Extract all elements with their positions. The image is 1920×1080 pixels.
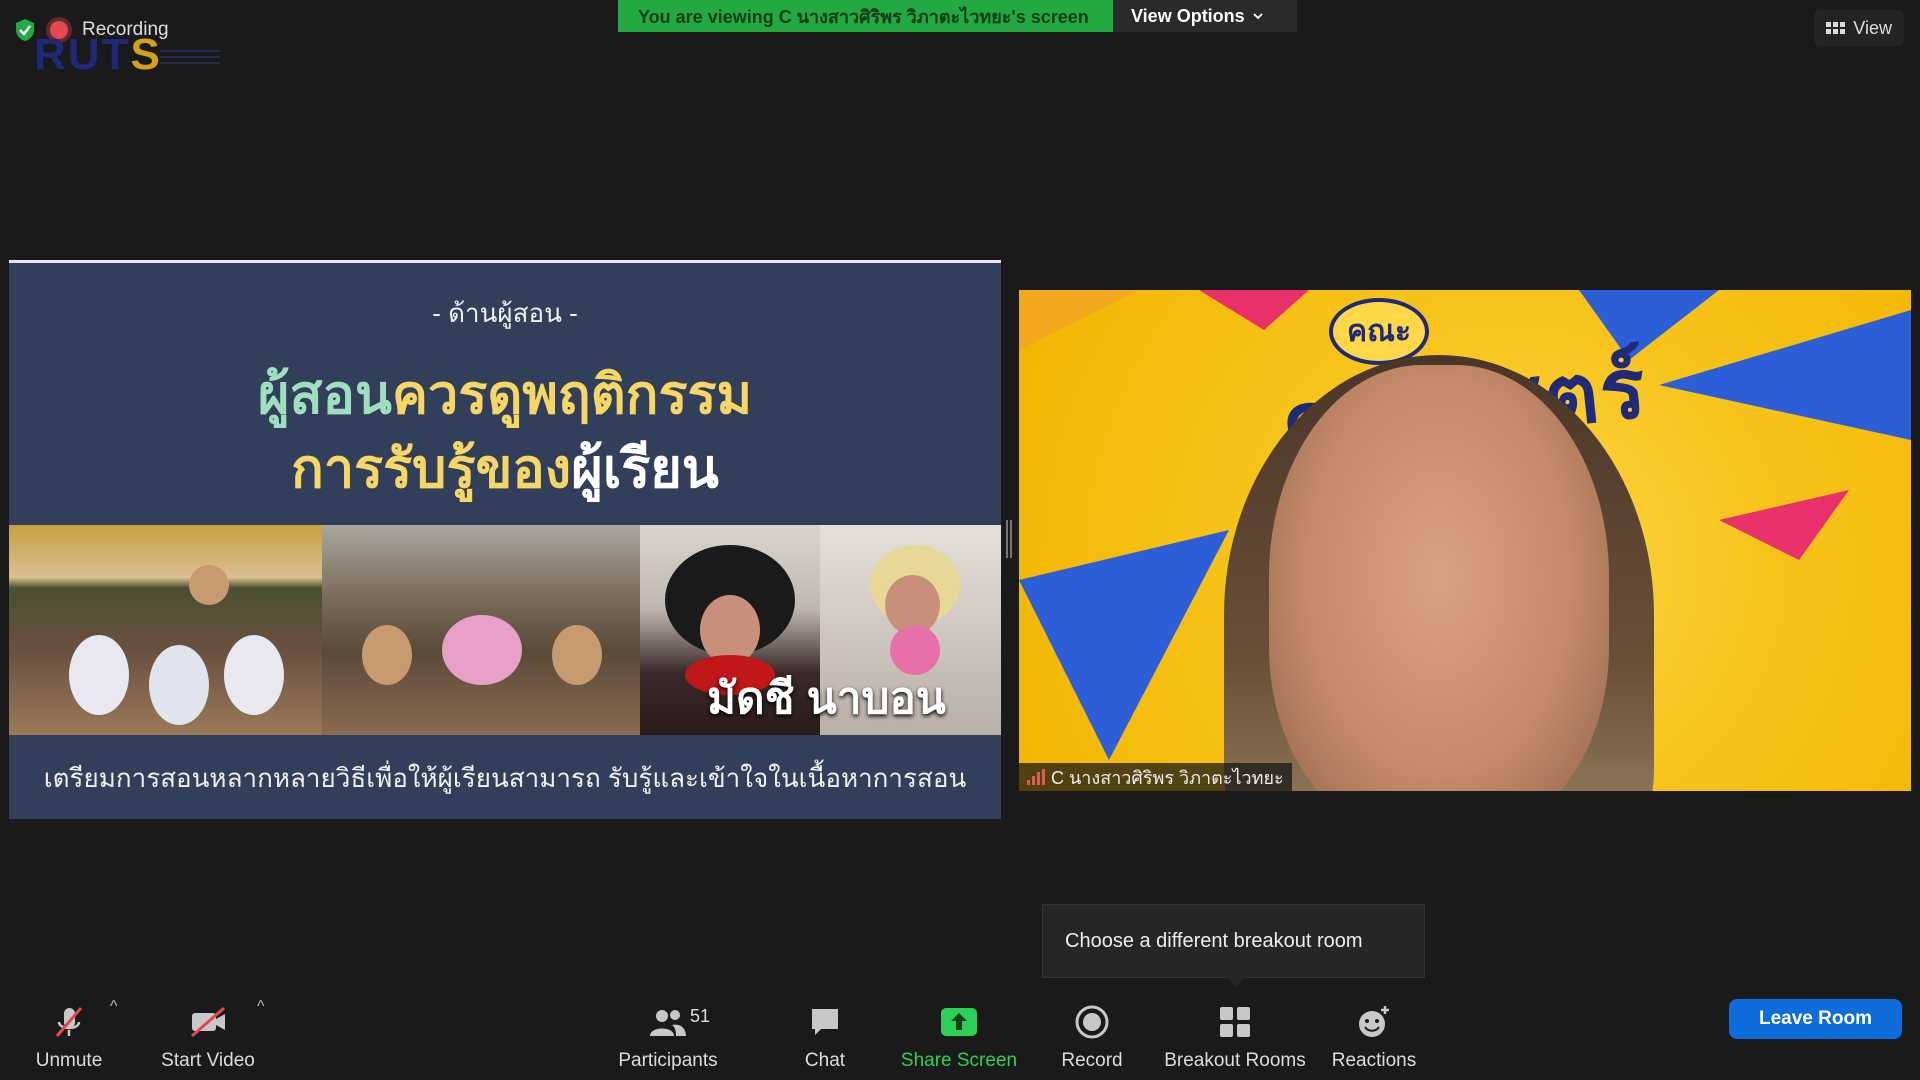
signal-bars-icon <box>1027 769 1045 785</box>
breakout-room-tooltip[interactable]: Choose a different breakout room <box>1042 904 1425 987</box>
share-screen-label: Share Screen <box>900 1050 1018 1071</box>
breakout-rooms-button[interactable]: Breakout Rooms <box>1160 980 1310 1080</box>
classroom-photo <box>9 525 322 735</box>
breakout-rooms-icon <box>1217 1000 1253 1044</box>
chat-icon <box>807 1000 843 1044</box>
start-video-button[interactable]: Start Video <box>156 980 260 1080</box>
speaker-name-tag: C นางสาวศิริพร วิภาตะไวทยะ <box>1019 763 1292 791</box>
participants-count: 51 <box>690 1006 711 1026</box>
meeting-toolbar: Unmute ^ Start Video ^ 51 Participants C… <box>0 980 1920 1080</box>
record-button[interactable]: Record <box>1052 980 1132 1080</box>
shield-icon <box>16 19 34 41</box>
speaker-video[interactable]: คณะ ครุศาสตร์ C นางสาวศิริพร วิภาตะไวทยะ <box>1019 290 1911 791</box>
slide-subtitle: - ด้านผู้สอน - <box>432 298 578 328</box>
chat-label: Chat <box>804 1050 846 1071</box>
record-label: Record <box>1061 1050 1123 1071</box>
view-label: View <box>1853 17 1892 38</box>
start-video-label: Start Video <box>161 1050 255 1071</box>
chat-button[interactable]: Chat <box>790 980 860 1080</box>
ruts-logo: RUTS <box>34 30 162 79</box>
panel-resize-handle[interactable] <box>1006 520 1012 558</box>
share-screen-icon <box>939 1000 979 1044</box>
leave-room-label: Leave Room <box>1759 1008 1872 1029</box>
speaker-face <box>1269 365 1609 791</box>
viewing-screen-label: You are viewing C นางสาวศิริพร วิภาตะไวท… <box>618 0 1113 32</box>
leave-room-button[interactable]: Leave Room <box>1729 999 1902 1039</box>
slide-footer-text: เตรียมการสอนหลากหลายวิธีเพื่อให้ผู้เรียน… <box>43 763 967 793</box>
photo-caption: มัดชี นาบอน <box>707 674 946 723</box>
chevron-down-icon <box>1253 13 1263 20</box>
video-options-caret-icon[interactable]: ^ <box>257 998 265 1016</box>
record-icon <box>1074 1000 1110 1044</box>
view-button[interactable]: View <box>1814 10 1904 46</box>
share-screen-button[interactable]: Share Screen <box>900 980 1018 1080</box>
video-off-icon <box>188 1000 228 1044</box>
logo-subtext <box>160 50 220 68</box>
speaker-name: C นางสาวศิริพร วิภาตะไวทยะ <box>1051 767 1284 788</box>
muted-mic-icon <box>49 1000 89 1044</box>
reactions-icon <box>1356 1000 1392 1044</box>
screen-share-banner: You are viewing C นางสาวศิริพร วิภาตะไวท… <box>618 0 1297 32</box>
participants-icon: 51 <box>648 1000 710 1044</box>
participants-button[interactable]: 51 Participants <box>608 980 728 1080</box>
unmute-label: Unmute <box>35 1050 103 1071</box>
slide-title: ผู้สอนควรดูพฤติกรรม การรับรู้ของผู้เรียน <box>257 365 753 499</box>
students-group-photo <box>322 525 640 735</box>
audio-options-caret-icon[interactable]: ^ <box>110 998 118 1016</box>
view-options-label: View Options <box>1131 5 1245 26</box>
breakout-rooms-label: Breakout Rooms <box>1164 1050 1306 1071</box>
reactions-button[interactable]: Reactions <box>1326 980 1422 1080</box>
shared-screen-slide: - ด้านผู้สอน - ผู้สอนควรดูพฤติกรรม การรั… <box>9 260 1001 819</box>
unmute-button[interactable]: Unmute <box>24 980 114 1080</box>
reactions-label: Reactions <box>1331 1050 1417 1071</box>
tooltip-text: Choose a different breakout room <box>1065 929 1363 952</box>
view-options-button[interactable]: View Options <box>1113 0 1297 32</box>
participants-label: Participants <box>618 1050 718 1071</box>
grid-view-icon <box>1826 22 1846 34</box>
